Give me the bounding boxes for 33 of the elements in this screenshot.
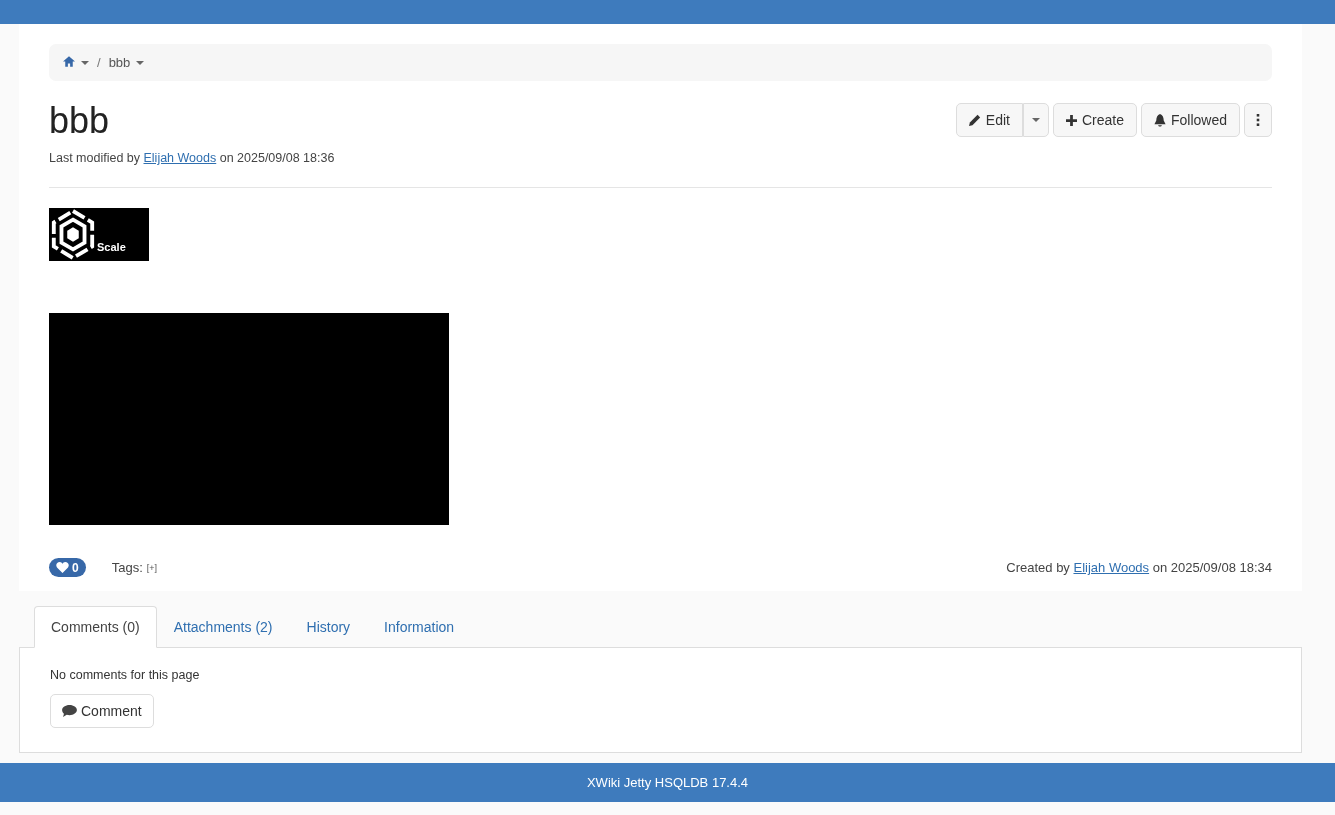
heart-icon <box>56 562 69 573</box>
caret-icon[interactable] <box>136 60 145 65</box>
logo-text: Scale <box>97 241 126 253</box>
tab[interactable]: Attachments (2) <box>156 606 290 648</box>
home-link[interactable] <box>63 55 75 70</box>
last-modified-text: Last modified by Elijah Woods on 2025/09/08 18:36 <box>49 151 335 165</box>
author-link[interactable]: Elijah Woods <box>1073 560 1150 575</box>
follow-button[interactable]: Followed <box>1140 103 1240 137</box>
like-button[interactable]: 0 <box>49 558 86 577</box>
footer-bar: XWiki Jetty HSQLDB 17.4.4 <box>0 763 1335 802</box>
created-by-text: Created by Elijah Woods on 2025/09/08 18:34 <box>1006 560 1272 575</box>
pencil-icon <box>968 114 981 126</box>
comment-button[interactable]: Comment <box>50 694 154 728</box>
add-tag-link[interactable]: [+] <box>146 562 158 573</box>
author-link[interactable]: Elijah Woods <box>143 151 217 165</box>
caret-icon <box>1031 118 1040 122</box>
create-button[interactable]: Create <box>1052 103 1137 137</box>
page-title: bbb <box>49 103 111 139</box>
home-icon <box>63 56 75 67</box>
hexagon-logo-icon <box>49 208 97 261</box>
vertical-dots-icon <box>1256 114 1260 126</box>
plus-icon <box>1065 114 1077 126</box>
caret-icon[interactable] <box>81 60 89 65</box>
tab[interactable]: Information <box>367 606 472 648</box>
tags-label: Tags: <box>111 560 143 575</box>
tab[interactable]: Comments (0) <box>34 606 157 648</box>
breadcrumb-separator: / <box>97 55 101 70</box>
speech-bubble-icon <box>62 705 77 717</box>
bell-icon <box>1153 113 1166 127</box>
empty-comments-text: No comments for this page <box>50 668 201 682</box>
edit-button[interactable]: Edit <box>955 103 1023 137</box>
breadcrumb-item[interactable]: bbb <box>108 55 131 70</box>
tab[interactable]: History <box>289 606 368 648</box>
